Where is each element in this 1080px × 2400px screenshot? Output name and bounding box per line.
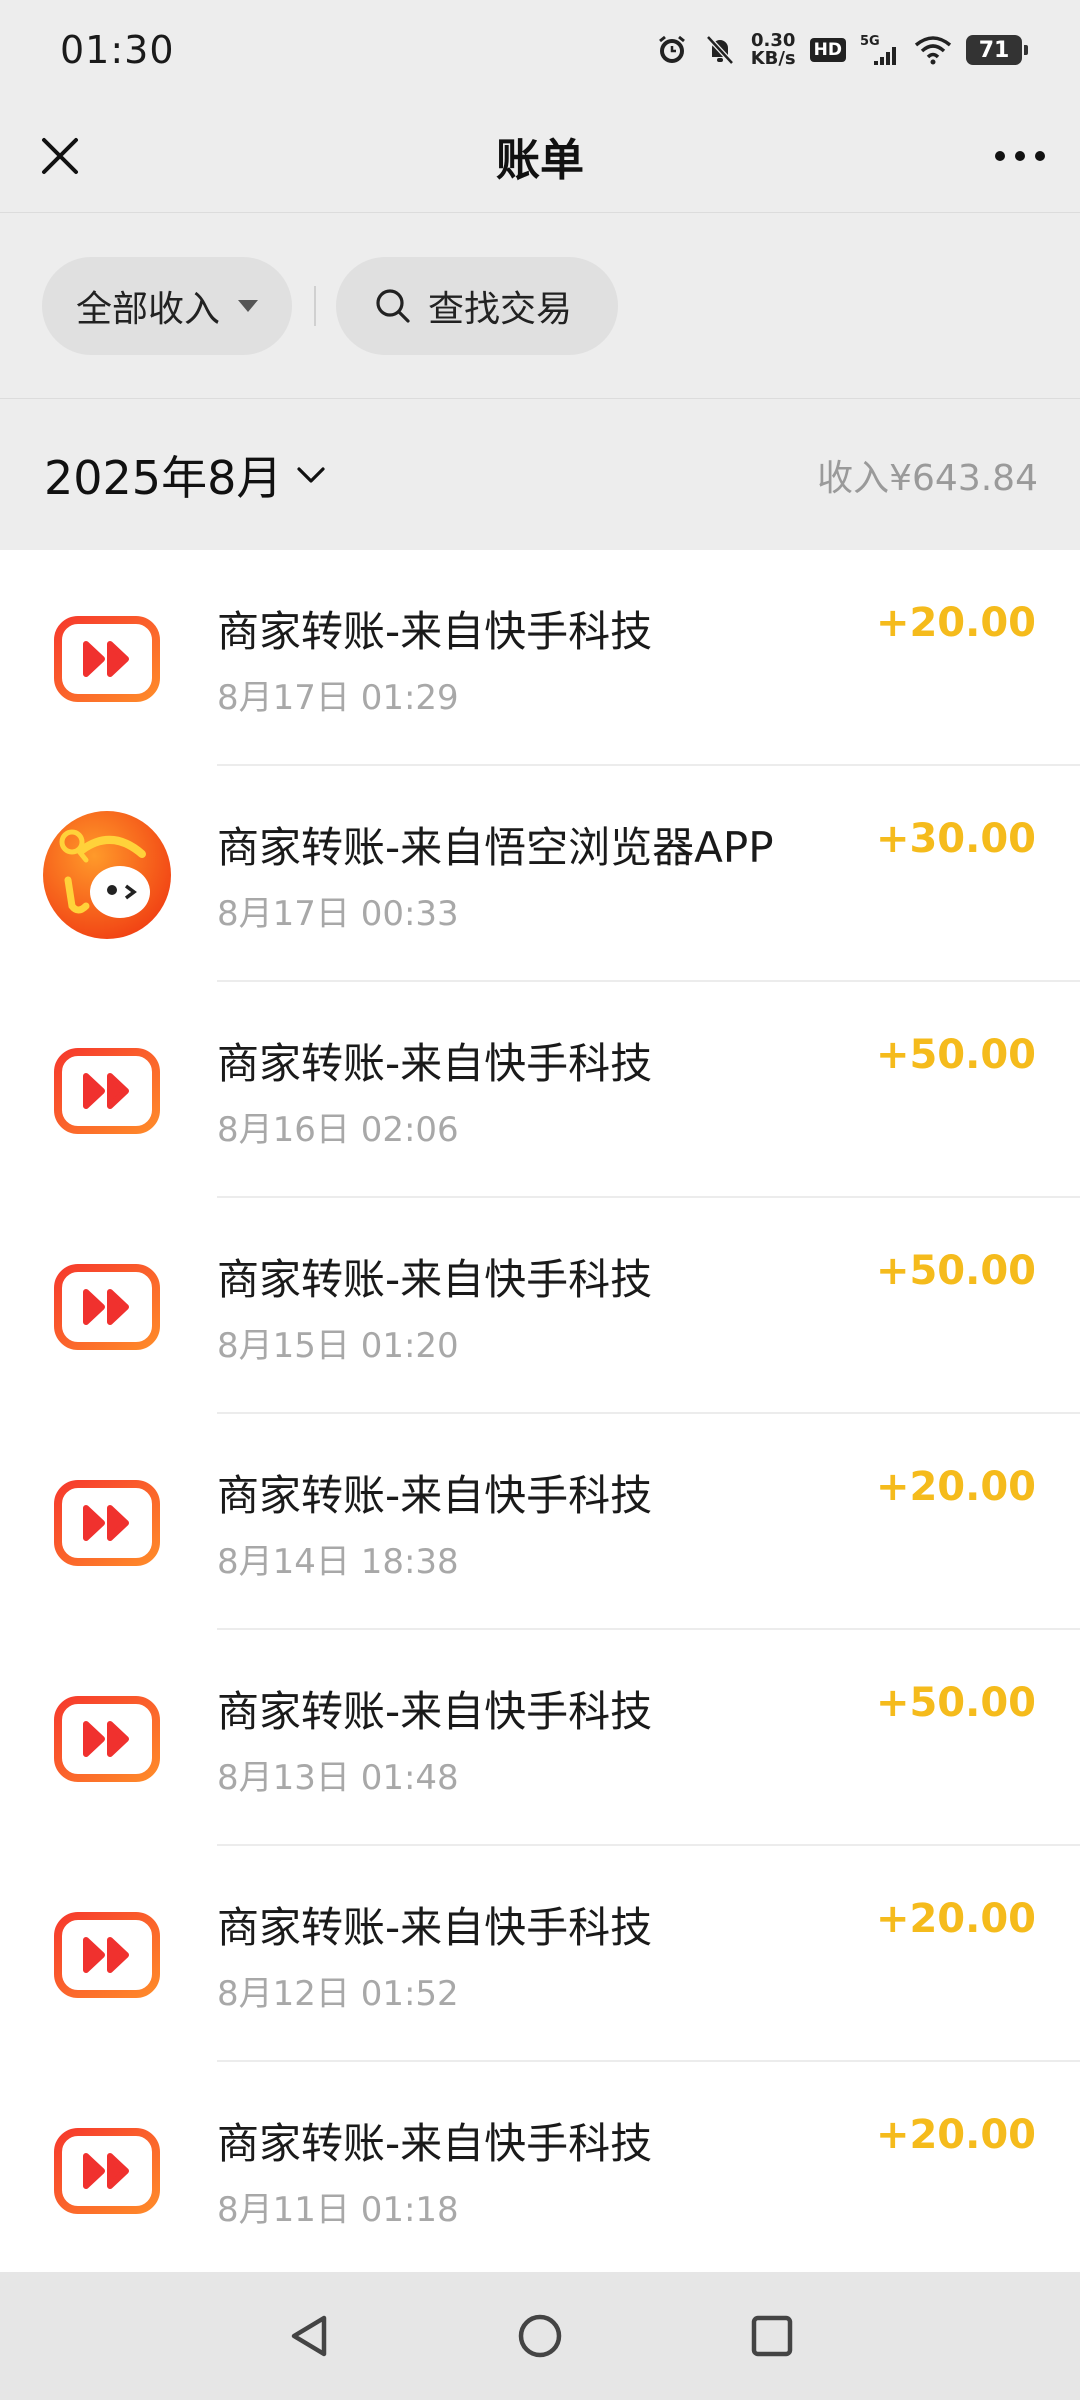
kuaishou-icon — [42, 1890, 172, 2020]
transaction-title: 商家转账-来自快手科技 — [217, 1255, 653, 1304]
transaction-row[interactable]: 商家转账-来自快手科技 8月12日 01:52 +20.00 — [0, 1846, 1080, 2062]
search-transaction-button[interactable]: 查找交易 — [336, 257, 618, 355]
transaction-time: 8月13日 01:48 — [217, 1758, 459, 1798]
kuaishou-icon — [42, 594, 172, 724]
transaction-amount: +20.00 — [875, 2112, 1036, 2158]
page-title: 账单 — [496, 135, 584, 186]
net-speed: 0.30 KB/s — [751, 32, 796, 68]
transaction-time: 8月16日 02:06 — [217, 1110, 459, 1150]
transaction-title: 商家转账-来自快手科技 — [217, 1903, 653, 1952]
back-button[interactable] — [276, 2304, 340, 2368]
filter-divider — [0, 398, 1080, 399]
search-icon — [376, 289, 410, 323]
transaction-row[interactable]: 商家转账-来自快手科技 8月14日 18:38 +20.00 — [0, 1414, 1080, 1630]
transaction-amount: +20.00 — [875, 1896, 1036, 1942]
transaction-time: 8月15日 01:20 — [217, 1326, 459, 1366]
kuaishou-icon — [42, 1242, 172, 1372]
search-label: 查找交易 — [428, 289, 573, 330]
alarm-icon — [655, 33, 689, 67]
signal-icon: 5G — [860, 33, 900, 67]
transaction-title: 商家转账-来自悟空浏览器APP — [217, 823, 774, 872]
month-row: 2025年8月 收入¥643.84 — [0, 400, 1080, 550]
transaction-list: 商家转账-来自快手科技 8月17日 01:29 +20.00 商家转账-来自悟空浏览… — [0, 550, 1080, 2272]
kuaishou-icon — [42, 1674, 172, 1804]
svg-text:5G: 5G — [860, 34, 880, 49]
battery-icon: 71 — [966, 35, 1028, 65]
recents-button[interactable] — [740, 2304, 804, 2368]
transaction-amount: +20.00 — [875, 600, 1036, 646]
transaction-row[interactable]: 商家转账-来自快手科技 8月16日 02:06 +50.00 — [0, 982, 1080, 1198]
status-icons: 0.30 KB/s HD 5G 71 — [655, 32, 1028, 68]
type-filter-dropdown[interactable]: 全部收入 — [42, 257, 292, 355]
type-filter-label: 全部收入 — [76, 289, 221, 330]
transaction-time: 8月17日 01:29 — [217, 678, 459, 718]
transaction-title: 商家转账-来自快手科技 — [217, 607, 653, 656]
back-icon — [291, 2315, 327, 2357]
home-icon — [518, 2314, 562, 2358]
header-divider — [0, 212, 1080, 213]
transaction-amount: +50.00 — [875, 1680, 1036, 1726]
wifi-icon — [914, 35, 952, 65]
status-time: 01:30 — [60, 28, 175, 72]
income-summary: 收入¥643.84 — [817, 458, 1038, 499]
kuaishou-icon — [42, 1026, 172, 1156]
bill-page: 01:30 0.30 KB/s HD 5G 71 账单 全部收入 查找交易 20… — [0, 0, 1080, 2400]
transaction-time: 8月12日 01:52 — [217, 1974, 459, 2014]
recents-icon — [751, 2315, 793, 2357]
transaction-title: 商家转账-来自快手科技 — [217, 1471, 653, 1520]
net-speed-unit: KB/s — [750, 48, 796, 69]
more-button[interactable] — [988, 124, 1052, 188]
transaction-title: 商家转账-来自快手科技 — [217, 2119, 653, 2168]
close-icon — [42, 138, 78, 174]
transaction-title: 商家转账-来自快手科技 — [217, 1687, 653, 1736]
kuaishou-icon — [42, 1458, 172, 1588]
chevron-down-icon — [297, 467, 325, 483]
home-button[interactable] — [508, 2304, 572, 2368]
month-label: 2025年8月 — [44, 451, 283, 505]
transaction-row[interactable]: 商家转账-来自悟空浏览器APP 8月17日 00:33 +30.00 — [0, 766, 1080, 982]
header: 账单 — [0, 100, 1080, 212]
kuaishou-icon — [42, 2106, 172, 2236]
transaction-amount: +30.00 — [875, 816, 1036, 862]
transaction-title: 商家转账-来自快手科技 — [217, 1039, 653, 1088]
close-button[interactable] — [28, 124, 92, 188]
transaction-row[interactable]: 商家转账-来自快手科技 8月15日 01:20 +50.00 — [0, 1198, 1080, 1414]
month-selector[interactable]: 2025年8月 — [44, 442, 326, 508]
transaction-time: 8月14日 18:38 — [217, 1542, 459, 1582]
wukong-browser-icon — [42, 810, 172, 940]
transaction-row[interactable]: 商家转账-来自快手科技 8月17日 01:29 +20.00 — [0, 550, 1080, 766]
transaction-row[interactable]: 商家转账-来自快手科技 8月11日 01:18 +20.00 — [0, 2062, 1080, 2272]
filter-separator — [314, 286, 316, 326]
transaction-time: 8月11日 01:18 — [217, 2190, 459, 2230]
more-icon — [995, 151, 1045, 161]
mute-bell-icon — [703, 33, 737, 67]
status-bar: 01:30 0.30 KB/s HD 5G 71 — [0, 0, 1080, 100]
transaction-row[interactable]: 商家转账-来自快手科技 8月13日 01:48 +50.00 — [0, 1630, 1080, 1846]
transaction-amount: +20.00 — [875, 1464, 1036, 1510]
transaction-time: 8月17日 00:33 — [217, 894, 459, 934]
caret-down-icon — [238, 300, 259, 312]
transaction-amount: +50.00 — [875, 1248, 1036, 1294]
hd-badge: HD — [809, 38, 846, 62]
system-nav-bar — [0, 2272, 1080, 2400]
transaction-amount: +50.00 — [875, 1032, 1036, 1078]
filter-row: 全部收入 查找交易 — [0, 214, 1080, 398]
